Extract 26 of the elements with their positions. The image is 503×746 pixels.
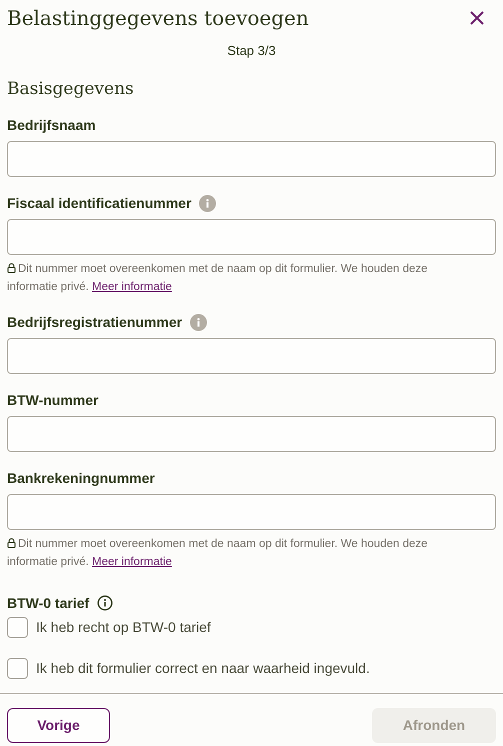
checkbox[interactable] [7,617,28,638]
info-link[interactable]: Meer informatie [92,556,172,568]
checkbox-label: Ik heb recht op BTW-0 tarief [36,618,211,637]
privacy-note: Dit nummer moet overeenkomen met de naam op dit formulier. We houden deze informatie privé. Meer informatie [7,537,429,570]
dialog-title: Belastinggegevens toevoegen [7,5,309,32]
group-label: BTW-0 tarief [7,594,90,612]
step-indicator: Stap 3/3 [227,42,276,60]
text-input[interactable] [7,416,496,452]
checkbox-label: Ik heb dit formulier correct en naar waarheid ingevuld. [36,659,370,678]
field-label: Fiscaal identificatienummer [7,194,192,212]
privacy-note: Dit nummer moet overeenkomen met de naam op dit formulier. We houden deze informatie privé. Meer informatie [7,262,429,295]
info-link[interactable]: Meer informatie [92,281,172,293]
info-icon[interactable] [97,595,114,611]
field-label: Bedrijfsnaam [7,116,96,135]
checkbox[interactable] [7,658,28,679]
section-heading: Basisgegevens [7,78,135,101]
lock-icon [7,263,16,273]
field-label: BTW-nummer [7,390,98,410]
text-input[interactable] [7,141,496,177]
field-label: Bedrijfsregistratienummer [7,312,182,332]
back-button[interactable]: Vorige [7,708,110,743]
field-label: Bankrekeningnummer [7,468,155,488]
text-input[interactable] [7,494,496,530]
text-input[interactable] [7,219,496,255]
text-input[interactable] [7,338,496,374]
lock-icon [7,538,16,548]
